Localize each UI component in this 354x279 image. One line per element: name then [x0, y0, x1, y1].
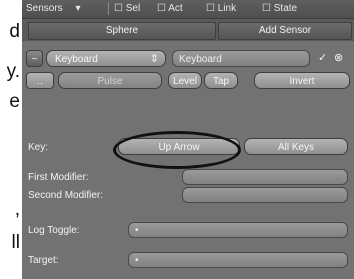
- toggle-link[interactable]: ☐ Link: [206, 3, 236, 15]
- pulse-icon: ‥: [36, 76, 44, 87]
- property-icon: •: [135, 225, 139, 236]
- toggle-state-label: State: [273, 3, 298, 14]
- pin-icon[interactable]: ✓: [318, 53, 327, 64]
- toggle-act-label: Act: [168, 3, 183, 14]
- sensor-name-field[interactable]: Keyboard: [172, 50, 310, 67]
- add-sensor-button[interactable]: Add Sensor: [218, 22, 352, 40]
- all-keys-toggle[interactable]: All Keys: [244, 138, 348, 155]
- level-button[interactable]: Level: [168, 72, 202, 89]
- object-tab-bar: Sphere Add Sensor: [22, 19, 354, 41]
- first-modifier-field[interactable]: [182, 169, 348, 185]
- header-divider: [108, 2, 109, 15]
- toggle-state[interactable]: ☐ State: [262, 3, 297, 15]
- target-field[interactable]: •: [128, 252, 348, 268]
- collapse-icon: −: [31, 54, 38, 65]
- collapse-button[interactable]: −: [26, 50, 43, 67]
- toggle-sel[interactable]: ☐ Sel: [114, 3, 140, 15]
- chevron-down-icon: ▾: [75, 3, 81, 14]
- sensors-mode-menu[interactable]: Sensors ▾: [26, 3, 81, 15]
- property-icon: •: [135, 255, 139, 266]
- first-modifier-label: First Modifier:: [28, 172, 89, 183]
- document-text-fragment: d: [9, 21, 20, 42]
- sensor-header: Sensors ▾ ☐ Sel ☐ Act ☐ Link ☐ State: [22, 0, 354, 19]
- second-modifier-field[interactable]: [182, 187, 348, 203]
- toggle-act[interactable]: ☐ Act: [157, 3, 183, 15]
- keyboard-sensor-brick: − Keyboard ⇕ Keyboard ✓ ⊗ ‥ Pulse Level …: [22, 42, 354, 279]
- target-label: Target:: [28, 255, 59, 266]
- sensors-mode-label: Sensors: [26, 3, 63, 14]
- checkbox-icon: ☐: [206, 3, 215, 14]
- document-text-fragment: ,: [14, 199, 20, 220]
- sensor-type-dropdown[interactable]: Keyboard ⇕: [46, 50, 166, 67]
- document-text-fragment: e: [9, 91, 20, 112]
- tap-button[interactable]: Tap: [204, 72, 238, 89]
- toggle-sel-label: Sel: [125, 3, 141, 14]
- log-toggle-label: Log Toggle:: [28, 225, 80, 236]
- pulse-mode-button[interactable]: ‥: [26, 72, 54, 89]
- second-modifier-label: Second Modifier:: [28, 190, 104, 201]
- key-value-button[interactable]: Up Arrow: [118, 138, 240, 155]
- document-text-fragment: y.: [6, 61, 20, 82]
- document-text-column: d y. e , ll: [0, 0, 22, 279]
- log-toggle-field[interactable]: •: [128, 222, 348, 238]
- toggle-link-label: Link: [217, 3, 237, 14]
- checkbox-icon: ☐: [114, 3, 123, 14]
- chevron-updown-icon: ⇕: [149, 53, 159, 65]
- logic-editor-panel: Sensors ▾ ☐ Sel ☐ Act ☐ Link ☐ State Sph…: [22, 0, 354, 279]
- checkbox-icon: ☐: [262, 3, 271, 14]
- document-text-fragment: ll: [11, 232, 20, 253]
- sensor-type-label: Keyboard: [55, 54, 98, 65]
- invert-button[interactable]: Invert: [254, 72, 350, 89]
- tab-object-sphere[interactable]: Sphere: [28, 22, 216, 40]
- key-label: Key:: [28, 142, 49, 153]
- close-icon[interactable]: ⊗: [334, 53, 343, 64]
- frequency-field[interactable]: Pulse: [58, 72, 162, 89]
- checkbox-icon: ☐: [157, 3, 166, 14]
